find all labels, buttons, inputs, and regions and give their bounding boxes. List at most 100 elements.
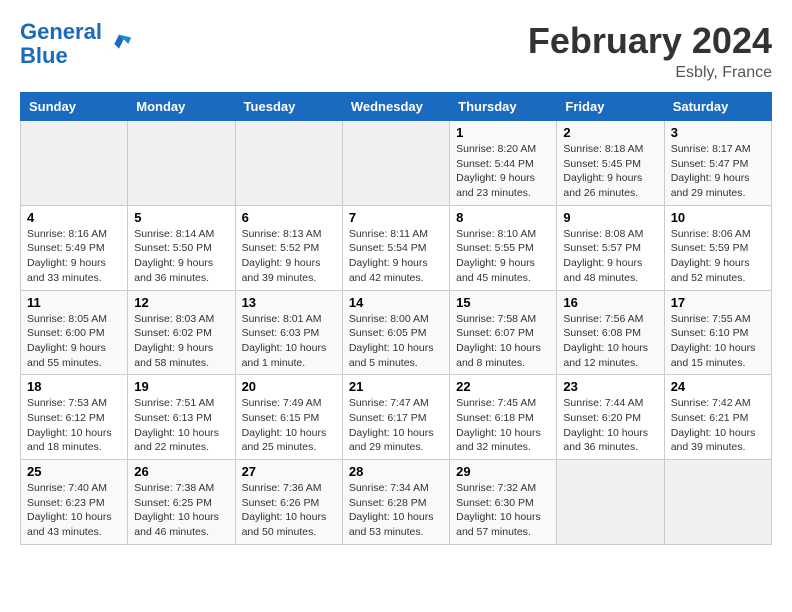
calendar-cell: 4 Sunrise: 8:16 AM Sunset: 5:49 PM Daylig… (21, 205, 128, 290)
day-number: 9 (563, 210, 657, 225)
day-info: Sunrise: 8:08 AM Sunset: 5:57 PM Dayligh… (563, 227, 657, 286)
logo-text: General Blue (20, 20, 102, 68)
day-info: Sunrise: 7:40 AM Sunset: 6:23 PM Dayligh… (27, 481, 121, 540)
calendar-cell: 26 Sunrise: 7:38 AM Sunset: 6:25 PM Dayli… (128, 460, 235, 545)
day-number: 4 (27, 210, 121, 225)
calendar-cell: 23 Sunrise: 7:44 AM Sunset: 6:20 PM Dayli… (557, 375, 664, 460)
day-info: Sunrise: 8:20 AM Sunset: 5:44 PM Dayligh… (456, 142, 550, 201)
calendar-cell (557, 460, 664, 545)
day-info: Sunrise: 7:32 AM Sunset: 6:30 PM Dayligh… (456, 481, 550, 540)
calendar-week-5: 25 Sunrise: 7:40 AM Sunset: 6:23 PM Dayli… (21, 460, 772, 545)
month-title: February 2024 (528, 20, 772, 62)
day-info: Sunrise: 7:55 AM Sunset: 6:10 PM Dayligh… (671, 312, 765, 371)
calendar-cell: 2 Sunrise: 8:18 AM Sunset: 5:45 PM Daylig… (557, 121, 664, 206)
calendar-cell: 20Sunrise: 7:49 AM Sunset: 6:15 PM Dayli… (235, 375, 342, 460)
calendar-cell: 9 Sunrise: 8:08 AM Sunset: 5:57 PM Daylig… (557, 205, 664, 290)
day-info: Sunrise: 7:38 AM Sunset: 6:25 PM Dayligh… (134, 481, 228, 540)
day-info: Sunrise: 8:05 AM Sunset: 6:00 PM Dayligh… (27, 312, 121, 371)
day-number: 14 (349, 295, 443, 310)
day-number: 2 (563, 125, 657, 140)
calendar-cell: 28 Sunrise: 7:34 AM Sunset: 6:28 PM Dayli… (342, 460, 449, 545)
weekday-header-tuesday: Tuesday (235, 93, 342, 121)
day-number: 23 (563, 379, 657, 394)
weekday-header-friday: Friday (557, 93, 664, 121)
day-info: Sunrise: 8:13 AM Sunset: 5:52 PM Dayligh… (242, 227, 336, 286)
day-number: 25 (27, 464, 121, 479)
day-info: Sunrise: 7:51 AM Sunset: 6:13 PM Dayligh… (134, 396, 228, 455)
day-number: 24 (671, 379, 765, 394)
calendar-cell: 8 Sunrise: 8:10 AM Sunset: 5:55 PM Daylig… (450, 205, 557, 290)
calendar-header: SundayMondayTuesdayWednesdayThursdayFrid… (21, 93, 772, 121)
calendar-cell (342, 121, 449, 206)
day-info: Sunrise: 8:03 AM Sunset: 6:02 PM Dayligh… (134, 312, 228, 371)
calendar-cell: 6 Sunrise: 8:13 AM Sunset: 5:52 PM Daylig… (235, 205, 342, 290)
calendar-cell: 21 Sunrise: 7:47 AM Sunset: 6:17 PM Dayli… (342, 375, 449, 460)
calendar-cell: 25 Sunrise: 7:40 AM Sunset: 6:23 PM Dayli… (21, 460, 128, 545)
day-info: Sunrise: 8:00 AM Sunset: 6:05 PM Dayligh… (349, 312, 443, 371)
calendar-cell: 19 Sunrise: 7:51 AM Sunset: 6:13 PM Dayli… (128, 375, 235, 460)
day-info: Sunrise: 7:34 AM Sunset: 6:28 PM Dayligh… (349, 481, 443, 540)
day-number: 5 (134, 210, 228, 225)
day-info: Sunrise: 8:14 AM Sunset: 5:50 PM Dayligh… (134, 227, 228, 286)
calendar-week-1: 1 Sunrise: 8:20 AM Sunset: 5:44 PM Daylig… (21, 121, 772, 206)
location: Esbly, France (528, 64, 772, 82)
calendar-cell: 12 Sunrise: 8:03 AM Sunset: 6:02 PM Dayli… (128, 290, 235, 375)
day-number: 17 (671, 295, 765, 310)
day-info: Sunrise: 8:01 AM Sunset: 6:03 PM Dayligh… (242, 312, 336, 371)
day-info: Sunrise: 8:11 AM Sunset: 5:54 PM Dayligh… (349, 227, 443, 286)
calendar-cell: 18 Sunrise: 7:53 AM Sunset: 6:12 PM Dayli… (21, 375, 128, 460)
calendar-body: 1 Sunrise: 8:20 AM Sunset: 5:44 PM Daylig… (21, 121, 772, 545)
calendar-week-4: 18 Sunrise: 7:53 AM Sunset: 6:12 PM Dayli… (21, 375, 772, 460)
calendar-week-3: 11 Sunrise: 8:05 AM Sunset: 6:00 PM Dayli… (21, 290, 772, 375)
day-number: 8 (456, 210, 550, 225)
calendar-cell: 1 Sunrise: 8:20 AM Sunset: 5:44 PM Daylig… (450, 121, 557, 206)
day-info: Sunrise: 7:45 AM Sunset: 6:18 PM Dayligh… (456, 396, 550, 455)
calendar-cell: 3Sunrise: 8:17 AM Sunset: 5:47 PM Daylig… (664, 121, 771, 206)
calendar-cell: 13 Sunrise: 8:01 AM Sunset: 6:03 PM Dayli… (235, 290, 342, 375)
calendar-cell: 17 Sunrise: 7:55 AM Sunset: 6:10 PM Dayli… (664, 290, 771, 375)
day-number: 22 (456, 379, 550, 394)
calendar-table: SundayMondayTuesdayWednesdayThursdayFrid… (20, 92, 772, 545)
day-info: Sunrise: 7:36 AM Sunset: 6:26 PM Dayligh… (242, 481, 336, 540)
day-number: 16 (563, 295, 657, 310)
day-number: 18 (27, 379, 121, 394)
calendar-cell: 16 Sunrise: 7:56 AM Sunset: 6:08 PM Dayli… (557, 290, 664, 375)
calendar-cell: 22 Sunrise: 7:45 AM Sunset: 6:18 PM Dayli… (450, 375, 557, 460)
weekday-header-thursday: Thursday (450, 93, 557, 121)
weekday-header-row: SundayMondayTuesdayWednesdayThursdayFrid… (21, 93, 772, 121)
day-number: 13 (242, 295, 336, 310)
day-number: 26 (134, 464, 228, 479)
day-info: Sunrise: 8:18 AM Sunset: 5:45 PM Dayligh… (563, 142, 657, 201)
day-info: Sunrise: 7:49 AM Sunset: 6:15 PM Dayligh… (242, 396, 336, 455)
calendar-cell (235, 121, 342, 206)
day-info: Sunrise: 7:42 AM Sunset: 6:21 PM Dayligh… (671, 396, 765, 455)
day-number: 6 (242, 210, 336, 225)
weekday-header-saturday: Saturday (664, 93, 771, 121)
calendar-cell: 7 Sunrise: 8:11 AM Sunset: 5:54 PM Daylig… (342, 205, 449, 290)
calendar-week-2: 4 Sunrise: 8:16 AM Sunset: 5:49 PM Daylig… (21, 205, 772, 290)
day-number: 21 (349, 379, 443, 394)
calendar-cell: 11 Sunrise: 8:05 AM Sunset: 6:00 PM Dayli… (21, 290, 128, 375)
day-info: Sunrise: 7:58 AM Sunset: 6:07 PM Dayligh… (456, 312, 550, 371)
day-info: Sunrise: 7:44 AM Sunset: 6:20 PM Dayligh… (563, 396, 657, 455)
day-number: 1 (456, 125, 550, 140)
weekday-header-sunday: Sunday (21, 93, 128, 121)
day-info: Sunrise: 7:53 AM Sunset: 6:12 PM Dayligh… (27, 396, 121, 455)
day-number: 28 (349, 464, 443, 479)
day-info: Sunrise: 7:47 AM Sunset: 6:17 PM Dayligh… (349, 396, 443, 455)
calendar-cell (664, 460, 771, 545)
day-info: Sunrise: 8:10 AM Sunset: 5:55 PM Dayligh… (456, 227, 550, 286)
logo: General Blue (20, 20, 133, 68)
day-info: Sunrise: 8:06 AM Sunset: 5:59 PM Dayligh… (671, 227, 765, 286)
weekday-header-wednesday: Wednesday (342, 93, 449, 121)
day-number: 3 (671, 125, 765, 140)
day-number: 11 (27, 295, 121, 310)
calendar-cell (128, 121, 235, 206)
calendar-cell (21, 121, 128, 206)
day-number: 15 (456, 295, 550, 310)
day-number: 12 (134, 295, 228, 310)
day-number: 7 (349, 210, 443, 225)
day-info: Sunrise: 7:56 AM Sunset: 6:08 PM Dayligh… (563, 312, 657, 371)
day-info: Sunrise: 8:16 AM Sunset: 5:49 PM Dayligh… (27, 227, 121, 286)
day-number: 19 (134, 379, 228, 394)
